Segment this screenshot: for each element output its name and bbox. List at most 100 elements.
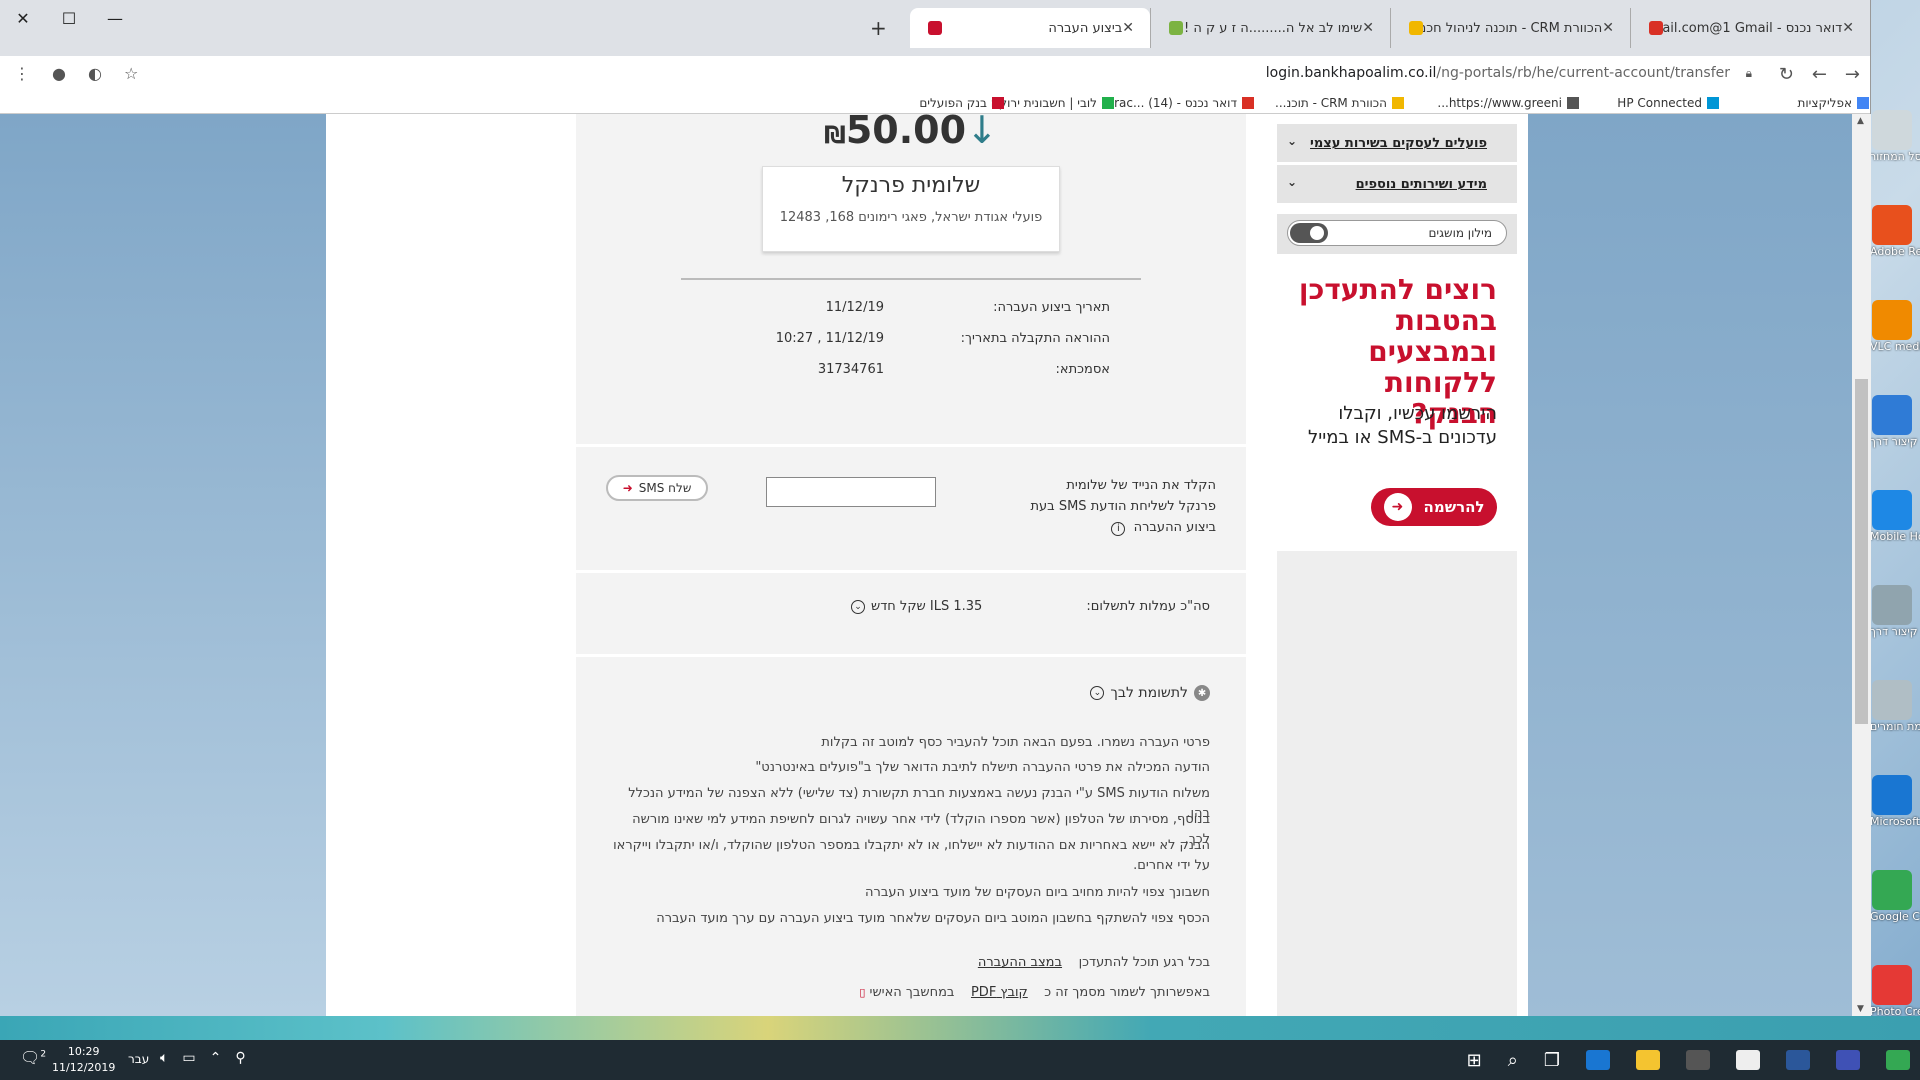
bookmark-item[interactable]: דואר נכנס - rac... (14): [1114, 96, 1254, 110]
tab-favicon-icon: [1649, 21, 1663, 35]
close-window-icon[interactable]: ✕: [0, 0, 46, 36]
info-icon[interactable]: i: [1111, 522, 1126, 536]
desktop-shortcut[interactable]: רשימת חומרים: [1870, 680, 1920, 775]
attention-line: הבנק לא יישא באחריות אם ההודעות לא יישלח…: [613, 838, 1210, 873]
bookmark-icon: [1707, 97, 1719, 109]
shortcut-label: רשימת חומרים: [1870, 720, 1920, 733]
mail-icon[interactable]: [1736, 1050, 1760, 1070]
fees-value[interactable]: ILS 1.35 שקל חדש ⌄: [851, 599, 982, 614]
tab-title: דואר נכנס - Gmail ‏1@gmail.com: [1663, 20, 1843, 36]
desktop-shortcut[interactable]: VLC media player: [1870, 300, 1920, 395]
shortcut-label: Mobile Hotspot: [1870, 530, 1920, 543]
desktop-shortcut[interactable]: Adobe Reader: [1870, 205, 1920, 300]
amount-value: 50.00: [845, 114, 967, 152]
reload-icon[interactable]: ↻: [1779, 64, 1794, 85]
desktop-shortcut[interactable]: סל המחזור: [1870, 110, 1920, 205]
shortcut-icon: [1872, 300, 1912, 340]
chevron-down-icon: ⌄: [1287, 134, 1298, 148]
new-tab-icon[interactable]: +: [870, 16, 887, 40]
fees-amount: ILS 1.35 שקל חדש: [871, 599, 983, 614]
sidebar-item-more-info[interactable]: מידע ושירותים נוספים ⌄: [1277, 165, 1517, 203]
sms-instructions: הקלד את הנייד של שלומית פרנקל לשליחת הוד…: [1016, 475, 1216, 538]
bookmark-item[interactable]: אפליקציות: [1798, 96, 1869, 110]
close-tab-icon[interactable]: ✕: [1842, 20, 1854, 36]
glossary-toggle[interactable]: מילון מושגים: [1287, 220, 1507, 246]
shortcut-label: סל המחזור: [1870, 150, 1920, 163]
phone-input[interactable]: [766, 477, 936, 507]
scroll-down-icon[interactable]: ▼: [1857, 1004, 1864, 1014]
transfer-status-link[interactable]: במצב ההעברה: [978, 955, 1062, 970]
payee-account: פועלי אגודת ישראל, פאגי רימונים 168, 124…: [779, 210, 1043, 225]
close-tab-icon[interactable]: ✕: [1602, 20, 1614, 36]
browser-tab[interactable]: דואר נכנס - Gmail ‏1@gmail.com✕: [1630, 8, 1870, 48]
desktop-shortcut[interactable]: Microsoft Edge: [1870, 775, 1920, 870]
search-icon[interactable]: ⌕: [1508, 1050, 1518, 1071]
browser-tab[interactable]: הכוורת CRM - תוכנה לניהול חכם ✕: [1390, 8, 1630, 48]
send-sms-label: שלח SMS: [638, 481, 692, 495]
bookmark-icon: [992, 97, 1004, 109]
notification-icon[interactable]: 🗨︎2: [20, 1048, 46, 1067]
people-icon[interactable]: ⚲: [235, 1050, 245, 1066]
minimize-icon[interactable]: —: [92, 0, 138, 36]
windows-start-icon[interactable]: ⊞: [1467, 1050, 1482, 1071]
word-icon[interactable]: [1786, 1050, 1810, 1070]
received-date-label: ההוראה התקבלה בתאריך:: [960, 331, 1110, 346]
language-indicator[interactable]: עבר: [128, 1052, 149, 1066]
back-icon[interactable]: ←: [1812, 64, 1827, 85]
desktop-shortcut[interactable]: מחשב - קיצור דרך: [1870, 395, 1920, 490]
edge-icon[interactable]: [1586, 1050, 1610, 1070]
nav-buttons: ↻ ← →: [1779, 64, 1860, 85]
bookmark-item[interactable]: הכוורת CRM - תוכנ...: [1275, 96, 1404, 110]
pdf-link[interactable]: קובץ PDF: [971, 985, 1028, 1000]
tab-bar: ✕ ☐ — + דואר נכנס - Gmail ‏1@gmail.com✕ה…: [0, 0, 1870, 56]
extension-icon-2[interactable]: ◐: [88, 64, 102, 83]
desktop-shortcut[interactable]: עלויות 2 - קיצור דרך: [1870, 585, 1920, 680]
page-background-right: [1528, 114, 1852, 1016]
bookmark-item[interactable]: https://www.greeni...: [1437, 96, 1579, 110]
desktop-shortcut[interactable]: Mobile Hotspot: [1870, 490, 1920, 585]
bookmark-item[interactable]: HP Connected: [1617, 96, 1719, 110]
close-tab-icon[interactable]: ✕: [1122, 20, 1134, 36]
toggle-switch[interactable]: [1290, 223, 1328, 243]
bookmark-item[interactable]: לובי | חשבונית ירוקה: [991, 96, 1114, 110]
register-button[interactable]: להרשמה ➜: [1371, 488, 1497, 526]
clock-time: 10:29: [67, 1045, 100, 1058]
bookmark-item[interactable]: בנק הפועלים: [919, 96, 1004, 110]
forward-icon[interactable]: →: [1845, 64, 1860, 85]
desktop-shortcut[interactable]: Google Chrome: [1870, 870, 1920, 965]
attention-title[interactable]: ✱ לתשומת לבך ⌄: [1090, 685, 1210, 701]
store-icon[interactable]: [1686, 1050, 1710, 1070]
scrollbar-thumb[interactable]: [1855, 379, 1868, 724]
volume-icon[interactable]: 🔈︎: [160, 1050, 168, 1066]
outlook-icon[interactable]: [1836, 1050, 1860, 1070]
chrome-icon[interactable]: [1886, 1050, 1910, 1070]
network-icon[interactable]: ▭: [182, 1050, 195, 1066]
shortcut-icon: [1872, 775, 1912, 815]
browser-tab[interactable]: שימו לב אל ה.........ה ז ע ק ה !!!!!!✕: [1150, 8, 1390, 48]
page-scrollbar[interactable]: ▲ ▼: [1852, 114, 1871, 1016]
shortcut-icon: [1872, 205, 1912, 245]
browser-tab[interactable]: ביצוע העברה ✕: [910, 8, 1150, 48]
chevron-up-icon[interactable]: ⌃: [210, 1050, 222, 1066]
bookmark-icon: [1102, 97, 1114, 109]
bookmarks-bar: אפליקציות HP Connected https://www.greeni.…: [0, 94, 1870, 114]
bookmark-star-icon[interactable]: ☆: [124, 64, 138, 83]
transfer-amount: ₪50.00↓: [576, 114, 1246, 152]
divider: [681, 278, 1141, 280]
extension-icon[interactable]: ●: [52, 64, 66, 83]
file-explorer-icon[interactable]: [1636, 1050, 1660, 1070]
send-sms-button[interactable]: שלח SMS ➜: [606, 475, 708, 501]
sidebar-item-business[interactable]: פועלים לעסקים בשירות עצמי ⌄: [1277, 124, 1517, 162]
close-tab-icon[interactable]: ✕: [1362, 20, 1374, 36]
sms-section: הקלד את הנייד של שלומית פרנקל לשליחת הוד…: [576, 444, 1246, 570]
clock[interactable]: 10:29 11/12/2019: [52, 1044, 115, 1076]
attention-title-text: לתשומת לבך: [1110, 685, 1188, 701]
url-field[interactable]: login.bankhapoalim.co.il/ng-portals/rb/h…: [1266, 65, 1730, 81]
glossary-label: מילון מושגים: [1428, 226, 1492, 240]
shortcut-label: Adobe Reader: [1870, 245, 1920, 258]
shortcut-icon: [1872, 395, 1912, 435]
task-view-icon[interactable]: ❐: [1544, 1050, 1560, 1071]
maximize-icon[interactable]: ☐: [46, 0, 92, 36]
scroll-up-icon[interactable]: ▲: [1857, 116, 1864, 126]
menu-icon[interactable]: ⋮: [14, 64, 30, 83]
